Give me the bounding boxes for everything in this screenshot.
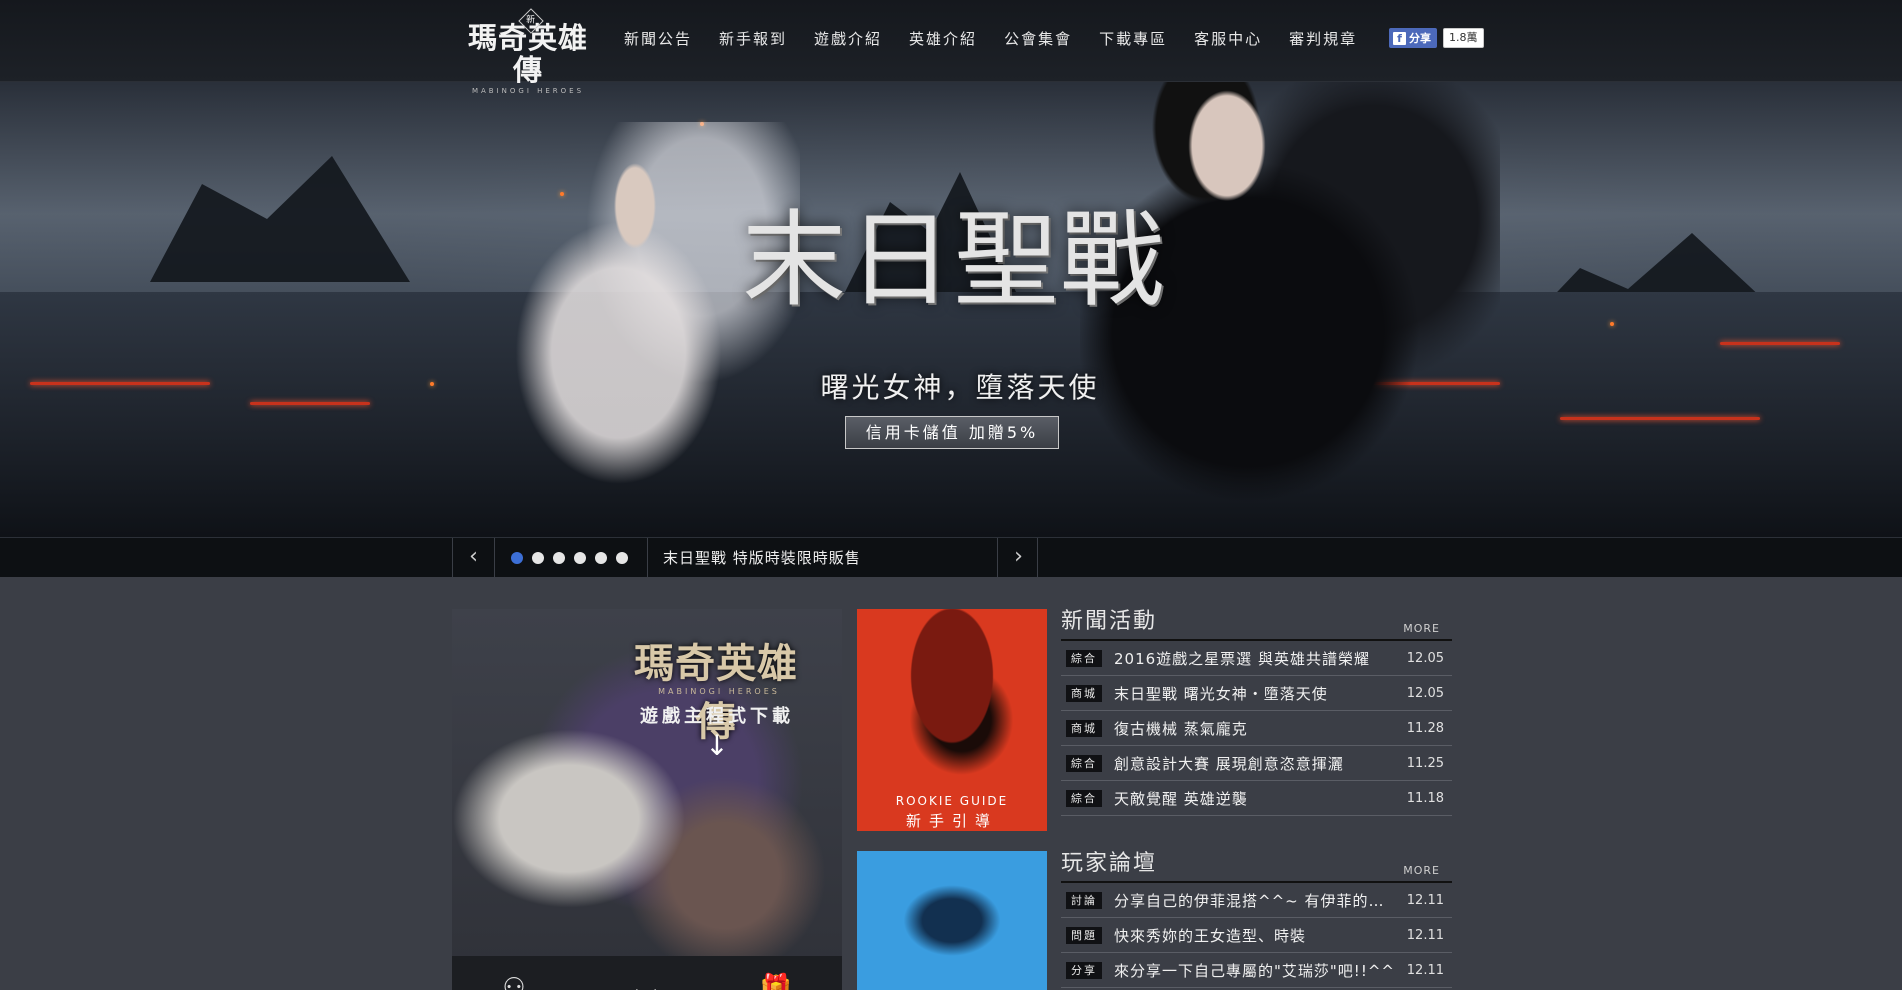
news-row[interactable]: 綜合 創意設計大賽 展現創意恣意揮灑 11.25 — [1061, 746, 1452, 781]
slider-control-bar: ‹ 末日聖戰 特版時裝限時販售 › — [0, 537, 1902, 578]
chevron-left-icon: ‹ — [469, 544, 478, 569]
top-navigation-bar: 新 瑪奇英雄傳 MABINOGI HEROES 新聞公告 新手報到 遊戲介紹 英… — [0, 0, 1902, 95]
news-date: 11.28 — [1406, 720, 1444, 736]
download-logo-subtitle: MABINOGI HEROES — [658, 687, 780, 696]
forum-row[interactable]: 討論 分享自己的伊菲混搭^^~ 有伊菲的人... 12.11 — [1061, 883, 1452, 918]
chevron-right-icon: › — [1014, 544, 1023, 569]
forum-title: 分享自己的伊菲混搭^^~ 有伊菲的人... — [1114, 891, 1397, 910]
news-date: 11.18 — [1406, 790, 1444, 806]
slider-dots — [511, 552, 628, 564]
forum-tag: 問題 — [1066, 926, 1102, 944]
slider-caption[interactable]: 末日聖戰 特版時裝限時販售 — [663, 538, 861, 578]
nav-item-news[interactable]: 新聞公告 — [624, 27, 692, 51]
forum-list: 玩家論壇 MORE 討論 分享自己的伊菲混搭^^~ 有伊菲的人... 12.11… — [1061, 847, 1452, 988]
feature-card[interactable] — [857, 851, 1047, 990]
news-title: 天敵覺醒 英雄逆襲 — [1114, 789, 1248, 808]
nav-item-support[interactable]: 客服中心 — [1194, 27, 1262, 51]
slider-dot[interactable] — [532, 552, 544, 564]
news-list-title: 新聞活動 — [1061, 609, 1158, 634]
facebook-icon: f — [1393, 31, 1406, 45]
slider-dot[interactable] — [511, 552, 523, 564]
news-date: 12.05 — [1406, 650, 1444, 666]
rookie-guide-zh: 新手引導 — [905, 812, 998, 830]
slider-divider — [647, 538, 648, 578]
nav-item-game-intro[interactable]: 遊戲介紹 — [814, 27, 882, 51]
site-logo[interactable]: 新 瑪奇英雄傳 MABINOGI HEROES — [466, 8, 590, 95]
lava-streak — [1560, 417, 1760, 420]
ember — [430, 382, 434, 386]
forum-date: 12.11 — [1406, 892, 1444, 908]
hero-subtitle: 曙光女神，墮落天使 — [820, 371, 1100, 404]
news-title: 末日聖戰 曙光女神・墮落天使 — [1114, 684, 1328, 703]
game-download-panel[interactable]: 瑪奇英雄傳 MABINOGI HEROES 遊戲主程式下載 ↓ ⚇ ◡ 🎁 — [452, 609, 842, 990]
forum-row[interactable]: 問題 快來秀妳的王女造型、時裝 12.11 — [1061, 918, 1452, 953]
shell-icon[interactable]: ◡ — [628, 970, 664, 990]
news-row[interactable]: 商城 復古機械 蒸氣龐克 11.28 — [1061, 711, 1452, 746]
ember — [1610, 322, 1614, 326]
news-title: 創意設計大賽 展現創意恣意揮灑 — [1114, 754, 1344, 773]
rookie-guide-en: ROOKIE GUIDE — [895, 794, 1009, 808]
forum-tag: 分享 — [1066, 961, 1102, 979]
forum-title: 來分享一下自己專屬的"艾瑞莎"吧!!^^ — [1114, 961, 1395, 980]
lower-content: 瑪奇英雄傳 MABINOGI HEROES 遊戲主程式下載 ↓ ⚇ ◡ 🎁 RO… — [0, 577, 1902, 990]
lava-streak — [250, 402, 370, 405]
facebook-share-label: 分享 — [1409, 32, 1431, 45]
forum-list-header: 玩家論壇 MORE — [1061, 847, 1452, 883]
rookie-guide-card[interactable]: ROOKIE GUIDE 新手引導 — [857, 609, 1047, 831]
slider-dot[interactable] — [553, 552, 565, 564]
download-label: 遊戲主程式下載 — [640, 706, 794, 727]
forum-more-link[interactable]: MORE — [1403, 864, 1440, 877]
facebook-share: f 分享 1.8萬 — [1389, 28, 1484, 48]
news-tag: 綜合 — [1066, 754, 1102, 772]
news-date: 12.05 — [1406, 685, 1444, 701]
news-row[interactable]: 綜合 天敵覺醒 英雄逆襲 11.18 — [1061, 781, 1452, 816]
slider-next-button[interactable]: › — [997, 538, 1039, 578]
forum-list-title: 玩家論壇 — [1061, 851, 1158, 876]
lava-streak — [1720, 342, 1840, 345]
hero-sea — [0, 292, 1902, 537]
download-quick-icons: ⚇ ◡ 🎁 — [452, 956, 842, 990]
gift-icon[interactable]: 🎁 — [758, 970, 794, 990]
nav-item-download[interactable]: 下載專區 — [1099, 27, 1167, 51]
forum-date: 12.11 — [1406, 927, 1444, 943]
news-row[interactable]: 商城 末日聖戰 曙光女神・墮落天使 12.05 — [1061, 676, 1452, 711]
forum-title: 快來秀妳的王女造型、時裝 — [1114, 926, 1307, 945]
slider-prev-button[interactable]: ‹ — [453, 538, 495, 578]
hero-character-angel — [470, 122, 800, 537]
hero-banner[interactable]: 末日聖戰 曙光女神，墮落天使 信用卡儲值 加贈5% — [0, 82, 1902, 537]
news-list: 新聞活動 MORE 綜合 2016遊戲之星票選 與英雄共譜榮耀 12.05 商城… — [1061, 605, 1452, 816]
slider-dot[interactable] — [574, 552, 586, 564]
hero-title: 末日聖戰 — [741, 199, 1166, 321]
news-tag: 商城 — [1066, 684, 1102, 702]
main-nav: 新聞公告 新手報到 遊戲介紹 英雄介紹 公會集會 下載專區 客服中心 審判規章 — [624, 27, 1384, 51]
hero-cta-button[interactable]: 信用卡儲值 加贈5% — [845, 416, 1059, 449]
news-list-header: 新聞活動 MORE — [1061, 605, 1452, 641]
news-row[interactable]: 綜合 2016遊戲之星票選 與英雄共譜榮耀 12.05 — [1061, 641, 1452, 676]
news-tag: 綜合 — [1066, 649, 1102, 667]
news-more-link[interactable]: MORE — [1403, 622, 1440, 635]
nav-item-rules[interactable]: 審判規章 — [1289, 27, 1357, 51]
slider-controls: ‹ 末日聖戰 特版時裝限時販售 › — [452, 538, 1038, 578]
news-date: 11.25 — [1406, 755, 1444, 771]
news-tag: 綜合 — [1066, 789, 1102, 807]
lava-streak — [30, 382, 210, 385]
logo-subtitle: MABINOGI HEROES — [471, 87, 585, 95]
facebook-share-count: 1.8萬 — [1443, 28, 1484, 48]
nav-item-newbie[interactable]: 新手報到 — [719, 27, 787, 51]
forum-date: 12.11 — [1406, 962, 1444, 978]
news-tag: 商城 — [1066, 719, 1102, 737]
slider-dot[interactable] — [616, 552, 628, 564]
forum-tag: 討論 — [1066, 891, 1102, 909]
facebook-share-button[interactable]: f 分享 — [1389, 28, 1437, 48]
download-arrow-icon[interactable]: ↓ — [700, 729, 734, 763]
news-title: 復古機械 蒸氣龐克 — [1114, 719, 1248, 738]
user-icon[interactable]: ⚇ — [496, 970, 532, 990]
news-title: 2016遊戲之星票選 與英雄共譜榮耀 — [1114, 649, 1370, 668]
nav-item-guild[interactable]: 公會集會 — [1004, 27, 1072, 51]
forum-row[interactable]: 分享 來分享一下自己專屬的"艾瑞莎"吧!!^^ 12.11 — [1061, 953, 1452, 988]
slider-dot[interactable] — [595, 552, 607, 564]
nav-item-heroes[interactable]: 英雄介紹 — [909, 27, 977, 51]
